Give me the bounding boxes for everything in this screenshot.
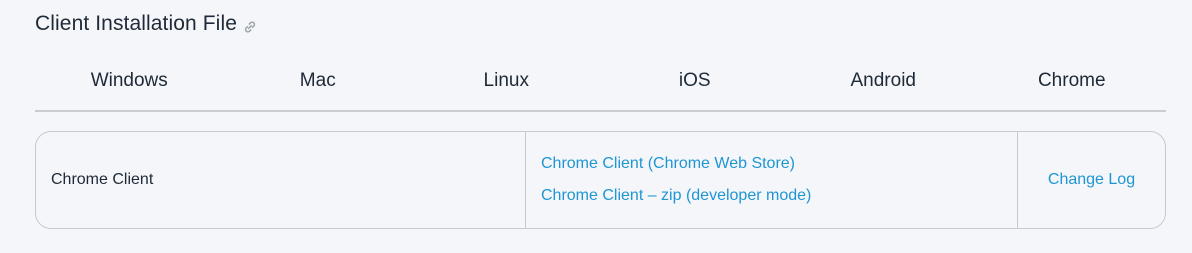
change-log-link[interactable]: Change Log: [1048, 171, 1135, 189]
chrome-web-store-link[interactable]: Chrome Client (Chrome Web Store): [541, 155, 1017, 173]
tab-mac[interactable]: Mac: [224, 58, 413, 110]
tab-linux[interactable]: Linux: [412, 58, 601, 110]
platform-tabs: Windows Mac Linux iOS Android Chrome: [35, 58, 1166, 112]
tab-android[interactable]: Android: [789, 58, 978, 110]
zip-developer-mode-link[interactable]: Chrome Client – zip (developer mode): [541, 187, 1017, 205]
client-name: Chrome Client: [36, 132, 526, 228]
changelog-cell: Change Log: [1018, 132, 1165, 228]
tab-chrome[interactable]: Chrome: [978, 58, 1167, 110]
page-title: Client Installation File: [35, 12, 237, 35]
tab-windows[interactable]: Windows: [35, 58, 224, 110]
installer-row: Chrome Client Chrome Client (Chrome Web …: [35, 131, 1166, 229]
download-links: Chrome Client (Chrome Web Store) Chrome …: [526, 132, 1018, 228]
link-icon[interactable]: [243, 20, 257, 34]
tab-ios[interactable]: iOS: [601, 58, 790, 110]
section-heading: Client Installation File: [35, 12, 257, 36]
